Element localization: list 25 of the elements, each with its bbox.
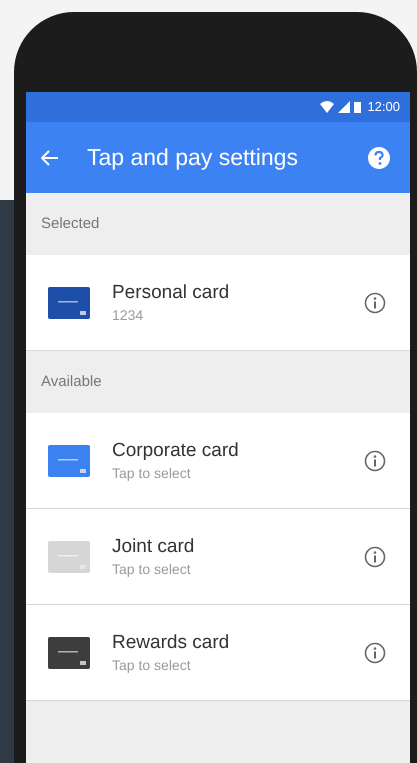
help-icon[interactable] — [368, 146, 390, 168]
section-header: Selected — [41, 214, 100, 234]
card-subtitle: Tap to select — [112, 560, 192, 578]
card-row[interactable]: Rewards card Tap to select — [26, 605, 410, 701]
section-header: Available — [41, 372, 102, 392]
card-row[interactable]: Personal card 1234 — [26, 255, 410, 351]
signal-icon — [338, 101, 350, 113]
card-name: Rewards card — [112, 630, 230, 654]
info-icon[interactable] — [364, 450, 386, 472]
card-row[interactable]: Corporate card Tap to select — [26, 413, 410, 509]
info-icon[interactable] — [364, 546, 386, 568]
card-subtitle: Tap to select — [112, 656, 192, 674]
app-bar-title: Tap and pay settings — [87, 143, 299, 172]
card-subtitle: 1234 — [112, 306, 144, 324]
wifi-icon — [320, 101, 334, 113]
info-icon[interactable] — [364, 642, 386, 664]
card-name: Corporate card — [112, 438, 240, 462]
battery-icon — [354, 101, 362, 113]
card-subtitle: Tap to select — [112, 464, 192, 482]
status-time: 12:00 — [367, 98, 400, 116]
info-icon[interactable] — [364, 292, 386, 314]
back-arrow-icon[interactable] — [41, 150, 59, 166]
card-name: Joint card — [112, 534, 196, 558]
card-row[interactable]: Joint card Tap to select — [26, 509, 410, 605]
card-name: Personal card — [112, 280, 230, 304]
